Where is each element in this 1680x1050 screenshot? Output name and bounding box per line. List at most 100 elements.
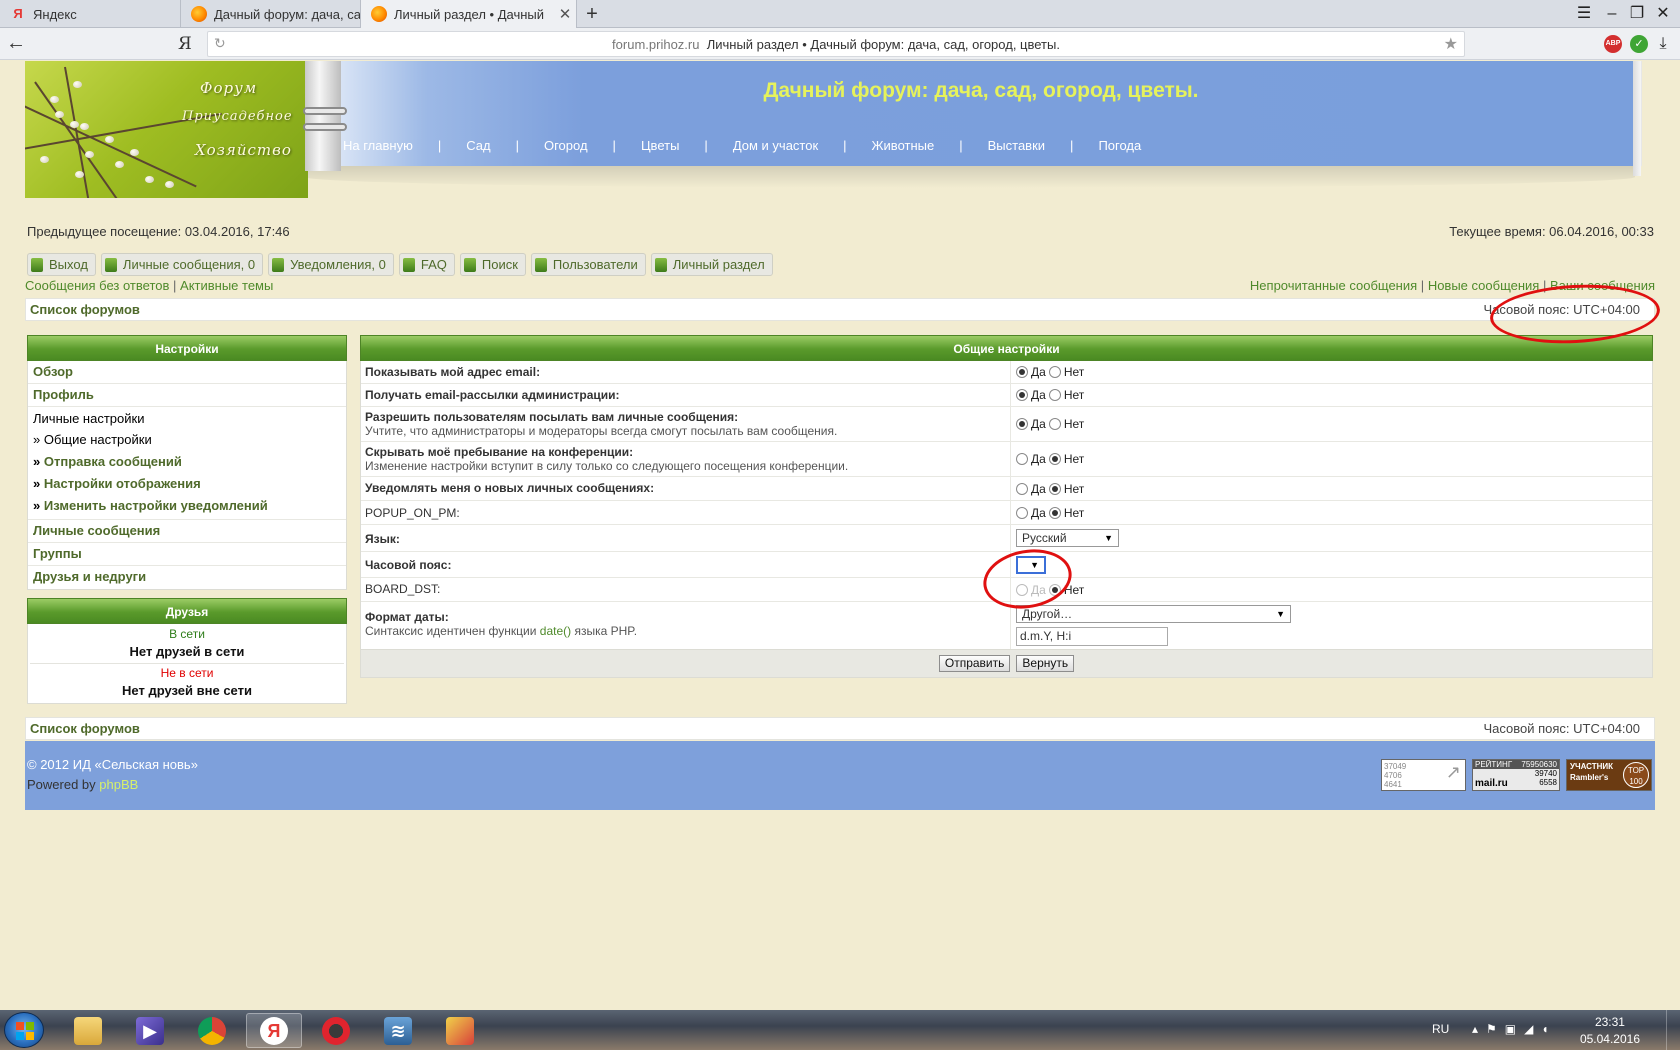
taskbar-network-app[interactable]: ≋ <box>370 1013 426 1048</box>
close-icon[interactable]: ✕ <box>554 5 576 23</box>
no-radio[interactable] <box>1048 482 1061 495</box>
settings-panel-title: Настройки <box>27 335 347 361</box>
nav-flowers[interactable]: Цветы <box>641 138 679 153</box>
no-radio[interactable] <box>1048 506 1061 519</box>
yes-radio[interactable] <box>1016 389 1028 401</box>
bud <box>165 181 174 188</box>
reset-button[interactable]: Вернуть <box>1016 655 1075 672</box>
rambler-top100-counter[interactable]: УЧАСТНИК Rambler's TOP 100 <box>1566 759 1652 791</box>
private-messages-button[interactable]: Личные сообщения, 0 <box>100 253 264 276</box>
restore-icon[interactable]: ❐ <box>1624 2 1650 26</box>
new-posts-link[interactable]: Новые сообщения <box>1428 278 1540 293</box>
no-radio[interactable] <box>1048 389 1061 401</box>
menu-friends-foes[interactable]: Друзья и недруги <box>28 566 346 589</box>
liveinternet-counter[interactable]: 37049 4706 4641 ↗ <box>1381 759 1466 791</box>
date-format-select[interactable]: Другой… ▼ <box>1016 605 1291 623</box>
mailru-rating-counter[interactable]: РЕЙТИНГ 75950630 39740 mail.ru 6558 <box>1472 759 1560 791</box>
user-control-panel-button[interactable]: Личный раздел <box>650 253 773 276</box>
site-header: Форум Приусадебное Хозяйство Дачный фору… <box>25 61 1642 199</box>
clock[interactable]: 23:31 05.04.2016 <box>1580 1014 1640 1048</box>
php-date-link[interactable]: date() <box>540 624 571 638</box>
yes-radio[interactable] <box>1016 366 1028 378</box>
menu-personal-settings[interactable]: Личные настройки <box>28 409 346 429</box>
download-icon[interactable]: ⤓ <box>1650 32 1676 56</box>
language-select[interactable]: Русский ▼ <box>1016 529 1119 547</box>
show-desktop-button[interactable] <box>1666 1010 1680 1050</box>
menu-profile[interactable]: Профиль <box>28 384 346 407</box>
forum-index-link[interactable]: Список форумов <box>30 302 140 317</box>
taskbar-yandex-browser[interactable]: Я <box>246 1013 302 1048</box>
menu-posting-settings[interactable]: » Отправка сообщений <box>28 451 346 473</box>
phpbb-link[interactable]: phpBB <box>99 777 138 792</box>
yes-radio[interactable] <box>1016 482 1028 495</box>
nav-house[interactable]: Дом и участок <box>733 138 818 153</box>
nav-weather[interactable]: Погода <box>1098 138 1141 153</box>
link-separator: | <box>1420 278 1425 293</box>
menu-overview[interactable]: Обзор <box>28 361 346 384</box>
minimize-icon[interactable]: – <box>1599 2 1625 26</box>
menu-icon[interactable]: ☰ <box>1571 2 1597 26</box>
ucp-icon <box>654 257 667 272</box>
start-button[interactable] <box>4 1012 44 1048</box>
search-links-left: Сообщения без ответов | Активные темы <box>25 278 273 293</box>
nav-garden[interactable]: Сад <box>466 138 490 153</box>
tab-personal-section[interactable]: Личный раздел • Дачный ✕ <box>361 0 577 28</box>
tab-yandex[interactable]: Я Яндекс <box>0 0 181 28</box>
taskbar-paint-app[interactable] <box>432 1013 488 1048</box>
yes-radio[interactable] <box>1016 418 1028 430</box>
general-settings-title: Общие настройки <box>360 335 1653 361</box>
nav-separator: | <box>1070 138 1074 153</box>
menu-notification-settings[interactable]: » Изменить настройки уведомлений <box>28 495 346 517</box>
back-arrow-icon[interactable]: ← <box>4 32 28 56</box>
no-radio[interactable] <box>1048 418 1061 430</box>
adblock-icon[interactable]: ABP <box>1604 35 1622 53</box>
notifications-button[interactable]: Уведомления, 0 <box>268 253 394 276</box>
nav-exhibitions[interactable]: Выставки <box>988 138 1045 153</box>
no-radio[interactable] <box>1048 366 1061 378</box>
faq-button[interactable]: FAQ <box>398 253 455 276</box>
forum-index-link[interactable]: Список форумов <box>30 721 140 736</box>
nav-animals[interactable]: Животные <box>872 138 935 153</box>
taskbar-media-app[interactable]: ▶ <box>122 1013 178 1048</box>
taskbar-chrome[interactable] <box>184 1013 240 1048</box>
tray-icons[interactable]: ▴⚑▣◢◖ <box>1472 1022 1557 1036</box>
members-button[interactable]: Пользователи <box>530 253 646 276</box>
site-logo[interactable]: Форум Приусадебное Хозяйство <box>25 61 308 198</box>
header-shadow <box>305 166 1635 188</box>
desc-text: Синтаксис идентичен функции <box>365 624 540 638</box>
new-tab-button[interactable]: + <box>580 2 604 26</box>
unanswered-link[interactable]: Сообщения без ответов <box>25 278 169 293</box>
language-indicator[interactable]: RU <box>1432 1022 1449 1036</box>
nav-home[interactable]: На главную <box>343 138 413 153</box>
logout-button[interactable]: Выход <box>27 253 96 276</box>
search-button[interactable]: Поиск <box>459 253 526 276</box>
window-close-icon[interactable]: ✕ <box>1650 2 1676 26</box>
yandex-button[interactable]: Я <box>178 33 194 55</box>
menu-groups[interactable]: Группы <box>28 543 346 566</box>
bookmark-star-icon[interactable]: ★ <box>1444 34 1458 54</box>
submit-button[interactable]: Отправить <box>938 655 1011 672</box>
opera-icon <box>322 1016 350 1045</box>
menu-general-settings[interactable]: » Общие настройки <box>28 429 346 451</box>
yes-radio[interactable] <box>1016 453 1028 465</box>
shield-icon[interactable]: ✓ <box>1630 35 1648 53</box>
nav-vegetable-garden[interactable]: Огород <box>544 138 588 153</box>
url-field[interactable]: ↻ forum.prihoz.ru Личный раздел • Дачный… <box>207 31 1465 57</box>
active-topics-link[interactable]: Активные темы <box>180 278 273 293</box>
unread-posts-link[interactable]: Непрочитанные сообщения <box>1250 278 1417 293</box>
radio-label: Да <box>1031 388 1046 402</box>
menu-private-messages[interactable]: Личные сообщения <box>28 520 346 543</box>
setting-description: Синтаксис идентичен функции date() языка… <box>365 624 637 638</box>
tab-forum[interactable]: Дачный форум: дача, сад, ог <box>181 0 361 28</box>
bud <box>105 136 114 143</box>
taskbar-opera[interactable] <box>308 1013 364 1048</box>
date-format-input[interactable]: d.m.Y, H:i <box>1016 627 1168 646</box>
menu-display-settings[interactable]: » Настройки отображения <box>28 473 346 495</box>
taskbar-explorer[interactable] <box>60 1013 116 1048</box>
yes-radio[interactable] <box>1016 506 1028 519</box>
quicklink-label: FAQ <box>420 257 447 272</box>
faq-icon <box>402 257 415 272</box>
site-title[interactable]: Дачный форум: дача, сад, огород, цветы. <box>320 79 1642 103</box>
copyright: © 2012 ИД «Сельская новь» <box>27 757 198 772</box>
no-radio[interactable] <box>1048 453 1061 465</box>
